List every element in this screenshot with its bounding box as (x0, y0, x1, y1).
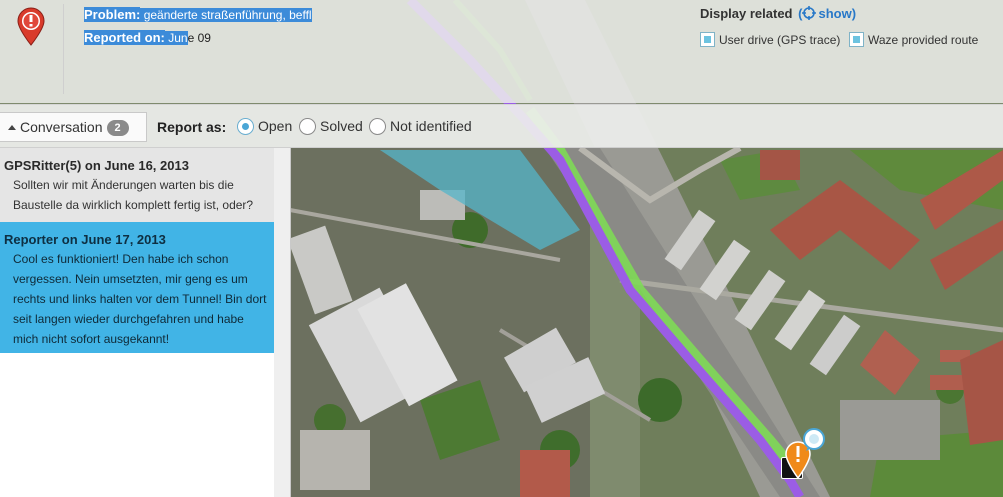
problem-value: geänderte straßenführung, beffl (143, 8, 312, 22)
conversation-message[interactable]: GPSRitter(5) on June 16, 2013 Sollten wi… (0, 148, 275, 222)
message-author: GPSRitter(5) on June 16, 2013 (4, 158, 189, 173)
caret-up-icon (8, 125, 16, 130)
waze-route-label: Waze provided route (868, 33, 979, 47)
waze-route-option[interactable]: Waze provided route (849, 32, 978, 47)
status-not-identified-radio[interactable]: Not identified (369, 117, 472, 135)
radio-not-identified-control[interactable] (369, 118, 386, 135)
display-related: Display related (show) (700, 6, 856, 21)
user-drive-checkbox[interactable] (700, 32, 715, 47)
status-not-identified-label: Not identified (390, 118, 472, 134)
conversation-panel: GPSRitter(5) on June 16, 2013 Sollten wi… (0, 148, 291, 497)
display-related-label: Display related (700, 6, 793, 21)
radio-solved-control[interactable] (299, 118, 316, 135)
conversation-count-badge: 2 (106, 120, 129, 136)
report-as-label: Report as: (157, 119, 227, 135)
message-author: Reporter on June 17, 2013 (4, 232, 166, 247)
reported-value-selected: Jun (168, 31, 188, 45)
reported-label: Reported on: (84, 30, 165, 45)
problem-details-panel: Problem: geänderte straßenführung, beffl… (0, 0, 1003, 103)
problem-line: Problem: geänderte straßenführung, beffl (84, 7, 312, 23)
chat-bubble-icon[interactable] (802, 428, 826, 452)
status-open-label: Open (258, 118, 293, 134)
user-drive-option[interactable]: User drive (GPS trace) (700, 32, 840, 47)
crosshair-icon (802, 6, 817, 20)
conversation-message-selected[interactable]: Reporter on June 17, 2013 Cool es funkti… (0, 222, 275, 353)
message-text: Cool es funktioniert! Den habe ich schon… (13, 252, 267, 346)
reported-line: Reported on: June 09 (84, 30, 211, 46)
show-label[interactable]: show (818, 6, 851, 21)
show-related-link[interactable]: (show) (798, 6, 856, 21)
conversation-label: Conversation (20, 119, 103, 135)
status-solved-radio[interactable]: Solved (299, 117, 363, 135)
panel-divider (63, 4, 64, 94)
alert-pin-icon (17, 7, 45, 46)
conversation-toggle-button[interactable]: Conversation 2 (0, 112, 147, 142)
report-toolbar: Conversation 2 Report as: Open Solved Not… (0, 104, 1003, 148)
user-drive-label: User drive (GPS trace) (719, 33, 841, 47)
status-solved-label: Solved (320, 118, 363, 134)
reported-value-rest: e 09 (187, 31, 211, 45)
problem-label: Problem: (84, 7, 141, 22)
radio-open-control[interactable] (237, 118, 254, 135)
waze-route-checkbox[interactable] (849, 32, 864, 47)
status-open-radio[interactable]: Open (237, 117, 292, 135)
message-text: Sollten wir mit Änderungen warten bis di… (13, 178, 254, 212)
